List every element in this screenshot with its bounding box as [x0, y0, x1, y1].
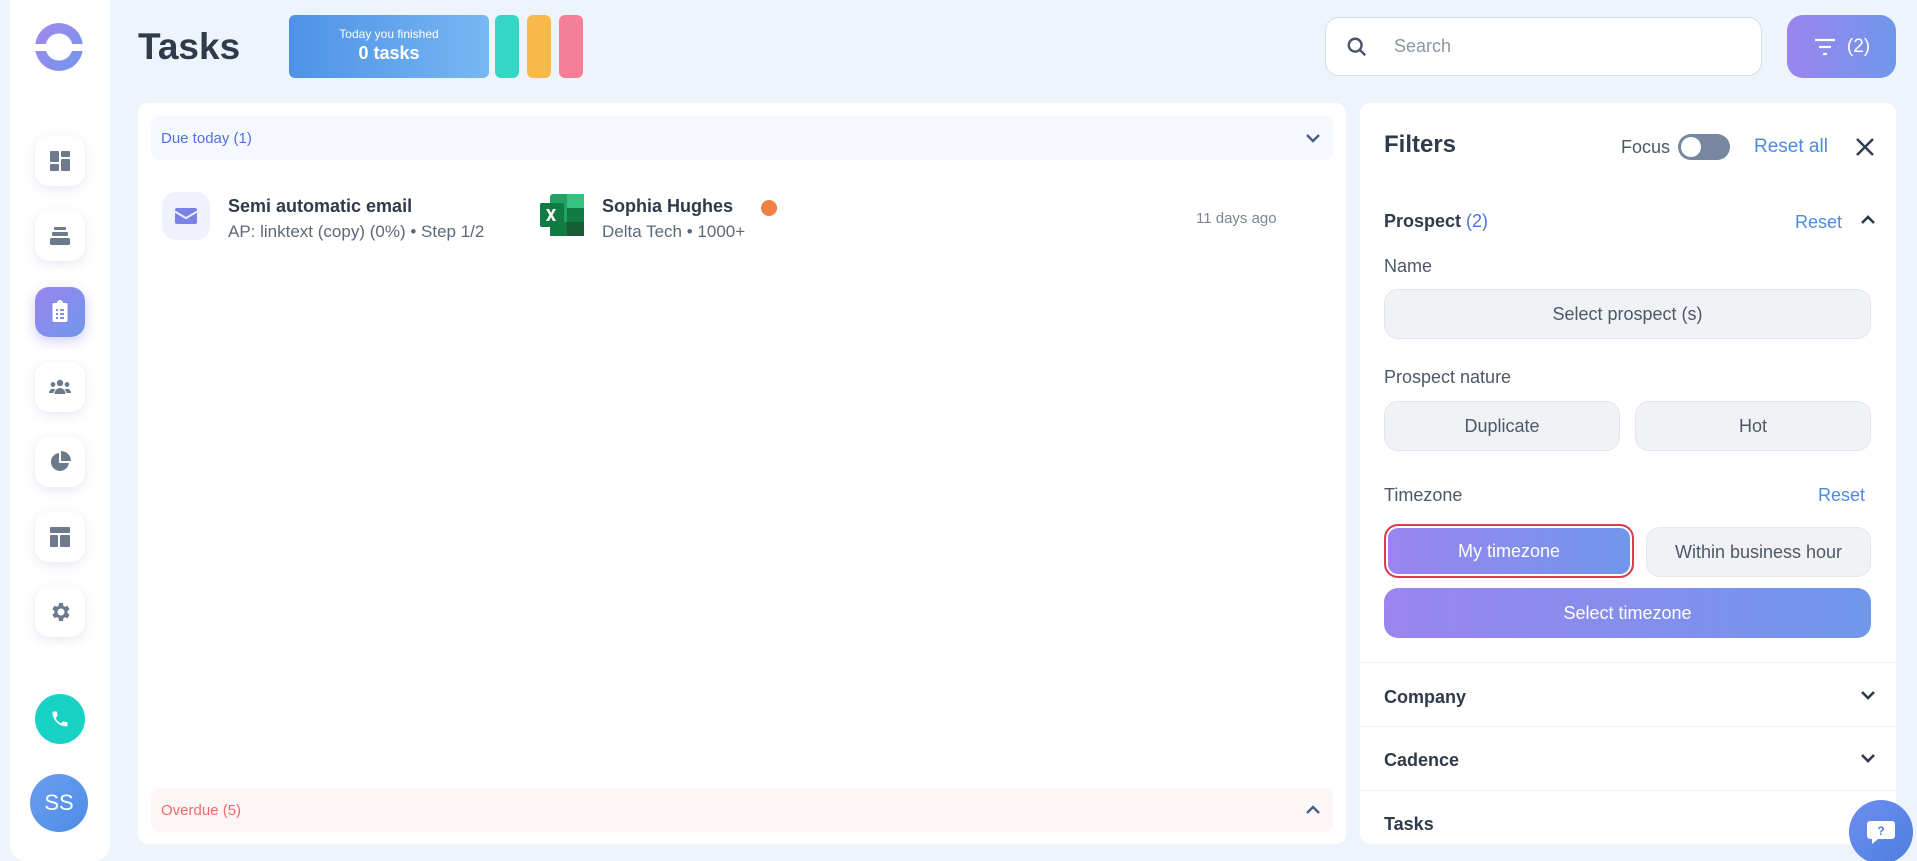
filters-panel: Filters Focus Reset all Prospect (2) Res…: [1360, 103, 1896, 844]
chevron-up-icon: [1306, 805, 1320, 814]
reset-all-button[interactable]: Reset all: [1754, 136, 1828, 158]
my-timezone-button[interactable]: My timezone: [1384, 524, 1634, 578]
search-box[interactable]: [1325, 17, 1762, 76]
nav-tasks[interactable]: [35, 287, 85, 337]
prospect-title: Prospect: [1384, 211, 1462, 231]
prospect-nature-label: Prospect nature: [1384, 367, 1512, 387]
finished-tasks-card: Today you finished 0 tasks: [289, 15, 489, 78]
nav-templates[interactable]: [35, 512, 85, 562]
nav-contacts[interactable]: [35, 362, 85, 412]
close-icon: [1856, 138, 1874, 156]
status-bar-orange[interactable]: [527, 15, 551, 78]
page-title: Tasks: [138, 26, 241, 67]
due-today-label: Due today (1): [161, 129, 252, 147]
search-icon: [1347, 37, 1367, 56]
nav-dashboard[interactable]: [35, 136, 85, 186]
focus-label: Focus: [1621, 137, 1671, 157]
app-logo-gap: [32, 44, 86, 51]
filter-icon: [1814, 38, 1835, 55]
status-bar-teal[interactable]: [495, 15, 519, 78]
task-list-panel: Due today (1) Semi automatic email AP: l…: [138, 103, 1346, 844]
dashboard-icon: [50, 151, 70, 171]
task-name[interactable]: Semi automatic email: [228, 196, 412, 217]
prospect-section-title[interactable]: Prospect (2): [1384, 211, 1488, 232]
chevron-down-icon: [1306, 134, 1320, 143]
company-section-title[interactable]: Company: [1384, 687, 1466, 708]
status-bar-pink[interactable]: [559, 15, 583, 78]
email-icon: [162, 192, 210, 240]
select-timezone-button[interactable]: Select timezone: [1384, 588, 1871, 638]
layout-icon: [50, 527, 70, 547]
pie-chart-icon: [50, 451, 71, 471]
excel-icon: [540, 194, 584, 236]
nav-cadences[interactable]: [35, 211, 85, 261]
within-business-hour-button[interactable]: Within business hour: [1646, 527, 1871, 577]
focus-toggle[interactable]: [1678, 134, 1730, 160]
finished-count: 0 tasks: [358, 43, 420, 63]
overdue-label: Overdue (5): [161, 801, 242, 819]
help-chat-icon: ?: [1867, 821, 1895, 844]
nature-duplicate-button[interactable]: Duplicate: [1384, 401, 1620, 451]
contact-name[interactable]: Sophia Hughes: [602, 196, 733, 217]
gear-icon: [52, 603, 70, 621]
finished-label: Today you finished: [339, 27, 439, 41]
prospect-reset-button[interactable]: Reset: [1795, 212, 1842, 233]
task-subtitle: AP: linktext (copy) (0%) • Step 1/2: [228, 222, 485, 241]
divider: [1360, 790, 1896, 791]
user-avatar[interactable]: SS: [30, 774, 88, 832]
filter-count: (2): [1846, 35, 1871, 57]
prospect-count: (2): [1466, 211, 1489, 231]
task-row[interactable]: Semi automatic email AP: linktext (copy)…: [162, 187, 1342, 251]
globe-icon: [761, 200, 777, 216]
clipboard-icon: [52, 300, 68, 322]
company-expand-button[interactable]: [1859, 686, 1879, 706]
cadence-expand-button[interactable]: [1859, 749, 1879, 769]
stack-icon: [50, 227, 70, 245]
chevron-down-icon: [1861, 754, 1875, 763]
timezone-reset-button[interactable]: Reset: [1818, 485, 1865, 506]
overdue-header[interactable]: Overdue (5): [151, 788, 1333, 832]
filters-title: Filters: [1384, 131, 1457, 158]
chevron-up-icon: [1861, 215, 1875, 224]
filter-toggle-button[interactable]: (2): [1787, 15, 1896, 78]
help-chat-button[interactable]: ?: [1849, 800, 1913, 861]
name-label: Name: [1384, 256, 1433, 276]
contact-company: Delta Tech • 1000+: [602, 222, 746, 241]
divider: [1360, 662, 1896, 663]
due-today-header[interactable]: Due today (1): [151, 116, 1333, 160]
prospect-collapse-button[interactable]: [1859, 211, 1879, 231]
tasks-section-title[interactable]: Tasks: [1384, 814, 1434, 835]
chevron-down-icon: [1861, 691, 1875, 700]
cadence-section-title[interactable]: Cadence: [1384, 750, 1459, 771]
sidebar: SS: [10, 0, 110, 861]
timezone-label: Timezone: [1384, 485, 1463, 505]
nature-hot-button[interactable]: Hot: [1635, 401, 1871, 451]
people-icon: [49, 379, 71, 394]
search-input[interactable]: [1394, 36, 1724, 57]
svg-text:?: ?: [1877, 824, 1884, 838]
divider: [1360, 726, 1896, 727]
phone-icon: [52, 711, 68, 727]
phone-button[interactable]: [35, 694, 85, 744]
close-filters-button[interactable]: [1854, 136, 1876, 158]
nav-settings[interactable]: [35, 587, 85, 637]
nav-analytics[interactable]: [35, 437, 85, 487]
select-prospect-button[interactable]: Select prospect (s): [1384, 289, 1871, 339]
task-time: 11 days ago: [1196, 210, 1277, 227]
